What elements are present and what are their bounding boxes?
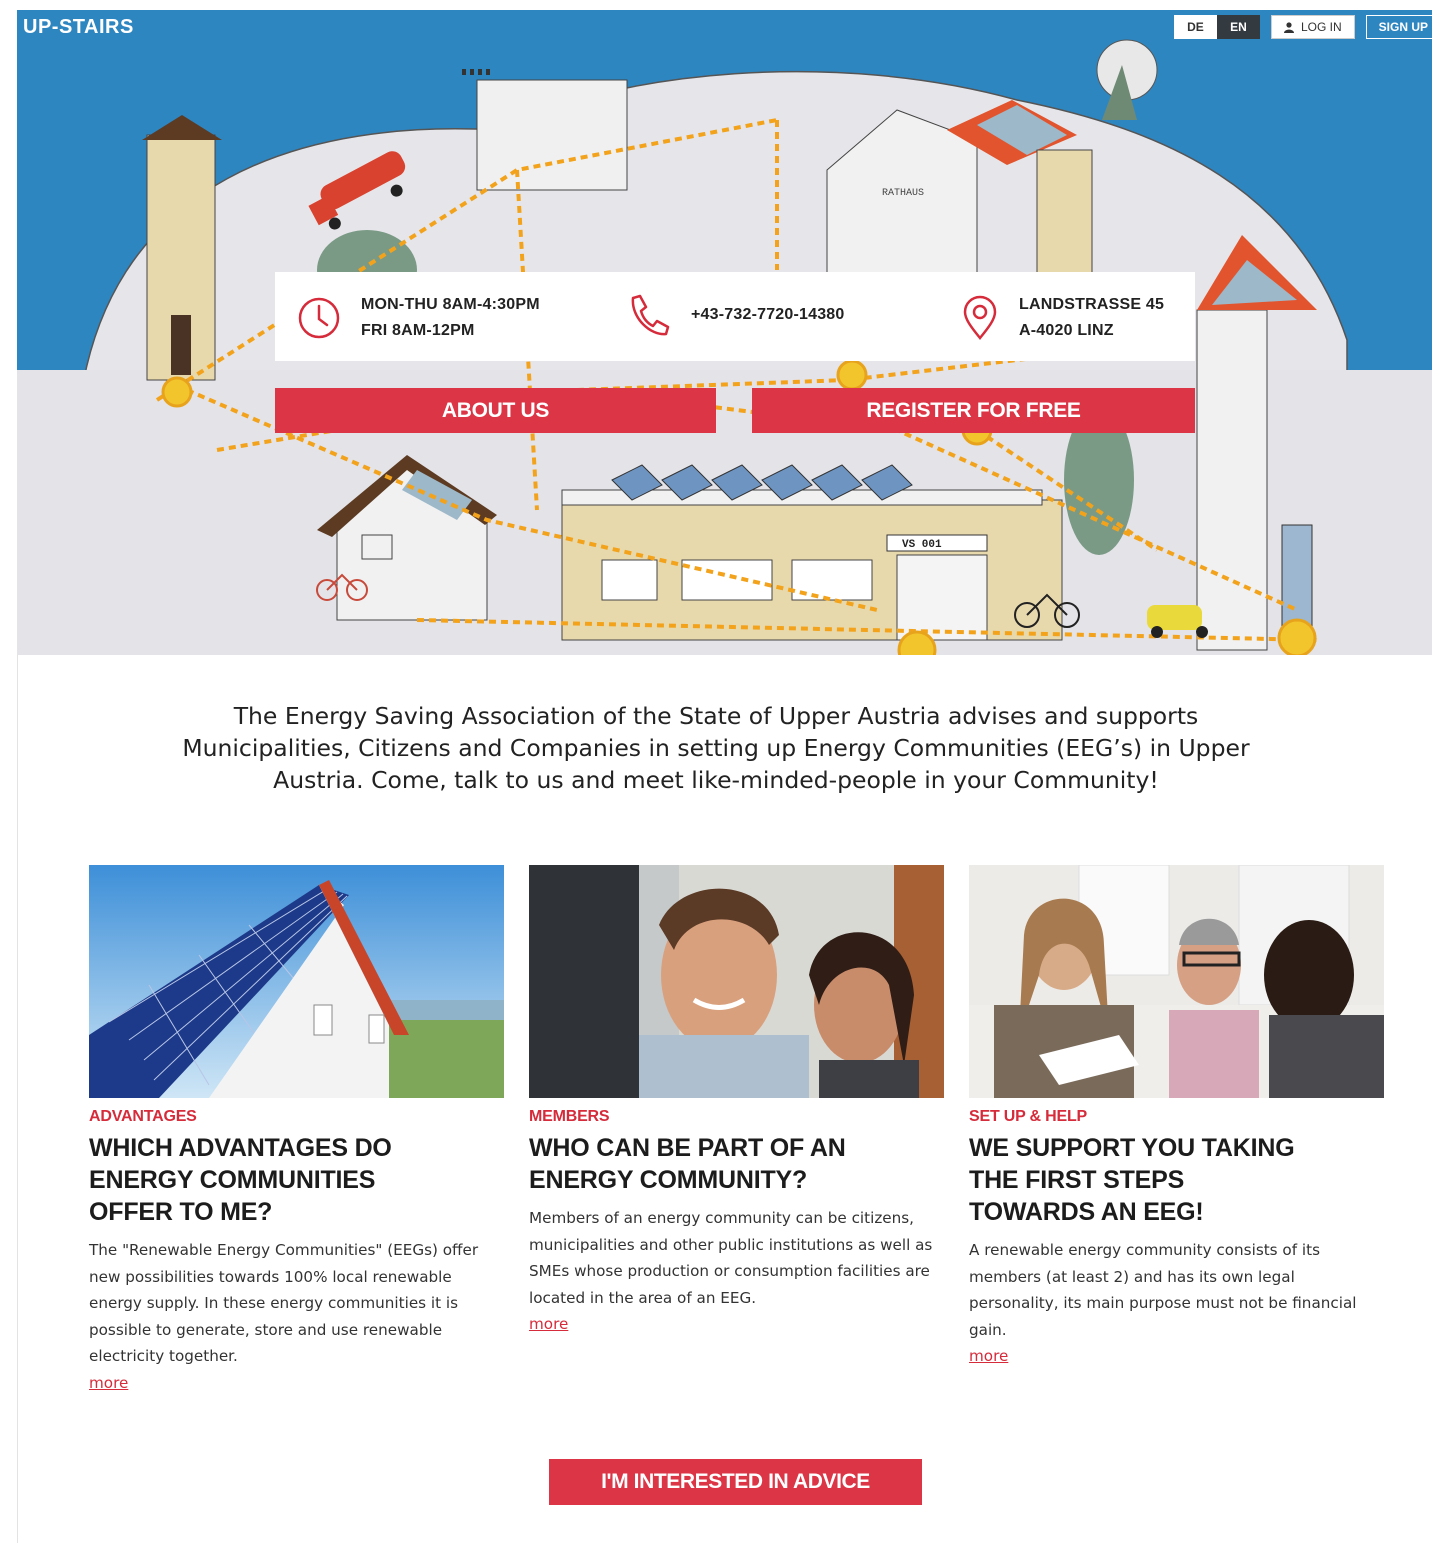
card-members: MEMBERS WHO CAN BE PART OF AN ENERGY COM… bbox=[529, 865, 944, 1337]
about-us-button[interactable]: ABOUT US bbox=[275, 388, 716, 433]
hero-banner: RATHAUS VS 001 UP-STAIRS DE EN LOG IN SI… bbox=[17, 10, 1432, 655]
card-body: The "Renewable Energy Communities" (EEGs… bbox=[89, 1241, 479, 1365]
language-de-button[interactable]: DE bbox=[1173, 15, 1217, 39]
smiling-couple-image[interactable] bbox=[529, 865, 944, 1098]
solar-roof-image[interactable] bbox=[89, 865, 504, 1098]
advisory-meeting-image[interactable] bbox=[969, 865, 1384, 1098]
card-title[interactable]: WHO CAN BE PART OF AN ENERGY COMMUNITY? bbox=[529, 1132, 859, 1196]
phone-number[interactable]: +43-732-7720-14380 bbox=[691, 302, 845, 328]
card-kicker: ADVANTAGES bbox=[89, 1108, 197, 1125]
more-link[interactable]: more bbox=[89, 1370, 128, 1396]
signup-button[interactable]: SIGN UP bbox=[1365, 15, 1432, 39]
clock-icon bbox=[298, 297, 340, 339]
phone-icon bbox=[631, 294, 670, 336]
top-controls: DE EN LOG IN SIGN UP bbox=[1173, 15, 1432, 39]
card-body: A renewable energy community consists of… bbox=[969, 1241, 1357, 1339]
page-divider bbox=[17, 655, 18, 1543]
intro-text: The Energy Saving Association of the Sta… bbox=[182, 702, 1250, 794]
login-button[interactable]: LOG IN bbox=[1270, 15, 1355, 39]
card-title[interactable]: WE SUPPORT YOU TAKING THE FIRST STEPS TO… bbox=[969, 1132, 1299, 1228]
svg-text:VS 001: VS 001 bbox=[902, 539, 942, 551]
card-setup-help: SET UP & HELP WE SUPPORT YOU TAKING THE … bbox=[969, 865, 1384, 1369]
card-advantages: ADVANTAGES WHICH ADVANTAGES DO ENERGY CO… bbox=[89, 865, 504, 1396]
hours-line-1: MON-THU 8AM-4:30PM bbox=[361, 296, 540, 313]
contact-info-box: MON-THU 8AM-4:30PM FRI 8AM-12PM +43-732-… bbox=[275, 272, 1195, 361]
card-title[interactable]: WHICH ADVANTAGES DO ENERGY COMMUNITIES O… bbox=[89, 1132, 419, 1228]
register-button[interactable]: REGISTER FOR FREE bbox=[752, 388, 1195, 433]
login-label: LOG IN bbox=[1300, 20, 1342, 34]
card-kicker: MEMBERS bbox=[529, 1108, 610, 1125]
card-body: Members of an energy community can be ci… bbox=[529, 1209, 933, 1307]
brand-logo[interactable]: UP-STAIRS bbox=[23, 16, 134, 39]
user-icon bbox=[1283, 21, 1294, 33]
address-info: LANDSTRASSE 45 A-4020 LINZ bbox=[961, 292, 1164, 344]
language-en-button[interactable]: EN bbox=[1216, 15, 1260, 39]
more-link[interactable]: more bbox=[969, 1343, 1008, 1369]
address-line-1: LANDSTRASSE 45 bbox=[1019, 296, 1165, 313]
address-line-2: A-4020 LINZ bbox=[1019, 322, 1114, 339]
location-pin-icon bbox=[963, 295, 997, 340]
advice-cta-button[interactable]: I'M INTERESTED IN ADVICE bbox=[549, 1459, 922, 1505]
card-kicker: SET UP & HELP bbox=[969, 1108, 1088, 1125]
opening-hours: MON-THU 8AM-4:30PM FRI 8AM-12PM bbox=[297, 292, 540, 344]
phone-info: +43-732-7720-14380 bbox=[625, 292, 845, 338]
svg-text:RATHAUS: RATHAUS bbox=[882, 188, 924, 199]
hours-line-2: FRI 8AM-12PM bbox=[361, 322, 475, 339]
more-link[interactable]: more bbox=[529, 1311, 568, 1337]
